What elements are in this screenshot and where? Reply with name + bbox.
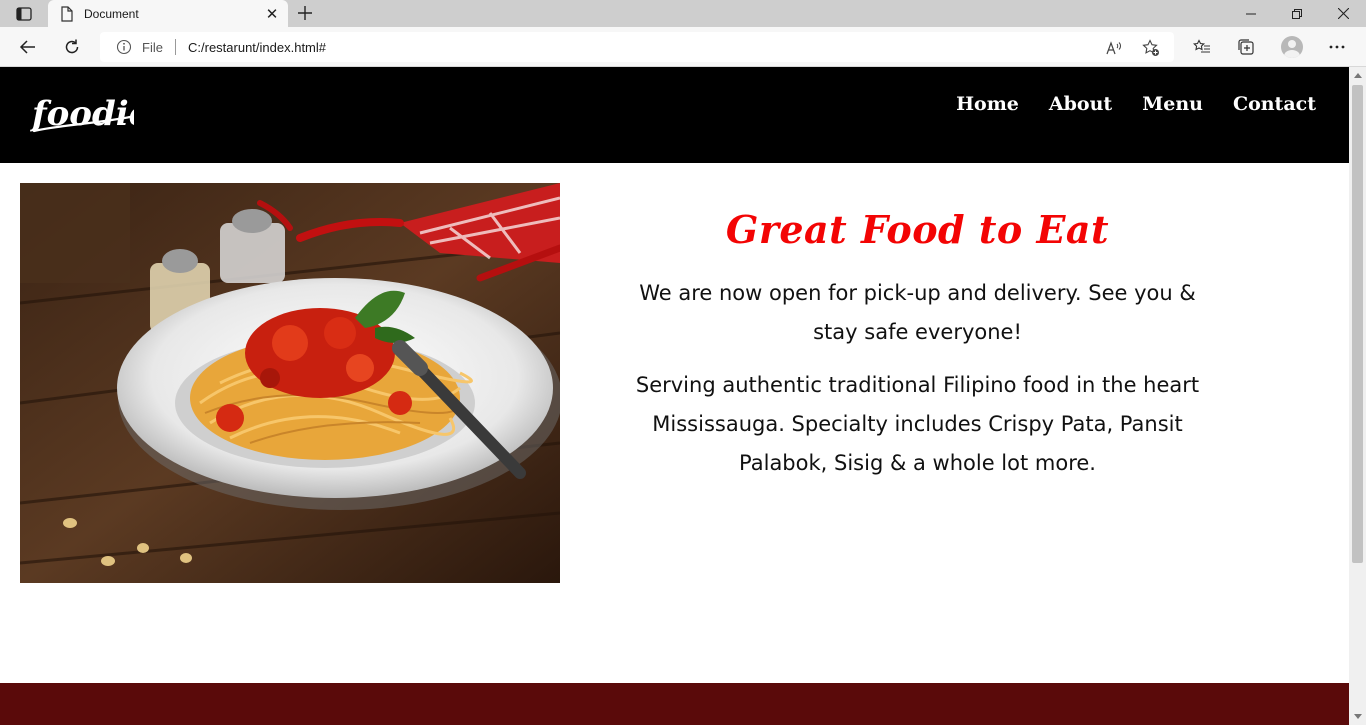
hero-text-section: Great Food to Eat We are now open for pi…: [600, 207, 1235, 483]
refresh-icon: [65, 39, 79, 54]
browser-tab[interactable]: Document ✕: [48, 0, 288, 27]
foodie-logo-graphic: foodie: [30, 94, 150, 134]
plus-icon: [298, 6, 312, 20]
collections-button[interactable]: [1232, 33, 1260, 61]
close-icon: [1337, 8, 1349, 19]
url-field[interactable]: File C:/restarunt/index.html#: [100, 32, 1174, 62]
scroll-down-arrow-icon[interactable]: [1349, 708, 1366, 725]
more-menu-button[interactable]: [1323, 33, 1351, 61]
read-aloud-button[interactable]: [1105, 39, 1123, 57]
spaghetti-plate-image: [20, 183, 560, 583]
refresh-button[interactable]: [58, 33, 86, 61]
add-favorite-button[interactable]: [1142, 39, 1160, 57]
document-icon: [61, 5, 73, 22]
site-nav: Home About Menu Contact: [956, 93, 1316, 115]
new-tab-button[interactable]: [292, 2, 318, 24]
info-icon[interactable]: [116, 39, 132, 55]
hero-title: Great Food to Eat: [725, 207, 1110, 252]
url-scheme-label: File: [142, 40, 163, 55]
restore-button[interactable]: [1274, 0, 1320, 27]
profile-button[interactable]: [1278, 33, 1306, 61]
spaghetti-photo: [20, 183, 560, 583]
hero-paragraph-1: We are now open for pick-up and delivery…: [639, 281, 1196, 344]
nav-menu-link[interactable]: Menu: [1142, 93, 1203, 115]
page-viewport: foodie Home About Menu Contact: [0, 67, 1349, 725]
footer-band: [0, 683, 1349, 725]
url-separator: [175, 39, 176, 55]
tab-actions-button[interactable]: [8, 3, 40, 25]
more-dots-icon: [1329, 45, 1345, 49]
tab-bar: Document ✕: [0, 0, 1366, 27]
avatar: [1281, 36, 1303, 58]
hero-paragraph-2: Serving authentic traditional Filipino f…: [635, 373, 1200, 475]
tab-actions-icon: [16, 7, 32, 21]
favorites-list-icon: [1193, 39, 1210, 53]
scrollbar-thumb[interactable]: [1352, 85, 1363, 563]
tab-close-icon[interactable]: ✕: [260, 2, 284, 26]
close-window-button[interactable]: [1320, 0, 1366, 27]
read-aloud-icon: [1106, 41, 1121, 55]
back-button[interactable]: [13, 33, 41, 61]
restore-icon: [1292, 8, 1302, 19]
foodie-logo[interactable]: foodie: [30, 87, 150, 139]
minimize-button[interactable]: [1228, 0, 1274, 27]
url-text[interactable]: C:/restarunt/index.html#: [188, 40, 326, 55]
favorites-button[interactable]: [1188, 33, 1216, 61]
scroll-up-arrow-icon[interactable]: [1349, 67, 1366, 84]
star-add-icon: [1142, 39, 1159, 56]
collections-icon: [1238, 39, 1254, 55]
minimize-icon: [1246, 13, 1256, 14]
nav-about-link[interactable]: About: [1049, 93, 1112, 115]
site-header: foodie Home About Menu Contact: [0, 67, 1349, 163]
nav-home-link[interactable]: Home: [956, 93, 1019, 115]
nav-contact-link[interactable]: Contact: [1233, 93, 1316, 115]
address-bar: File C:/restarunt/index.html#: [0, 27, 1366, 67]
vertical-scrollbar[interactable]: [1349, 67, 1366, 725]
back-arrow-icon: [19, 40, 35, 54]
tab-title: Document: [84, 6, 139, 21]
